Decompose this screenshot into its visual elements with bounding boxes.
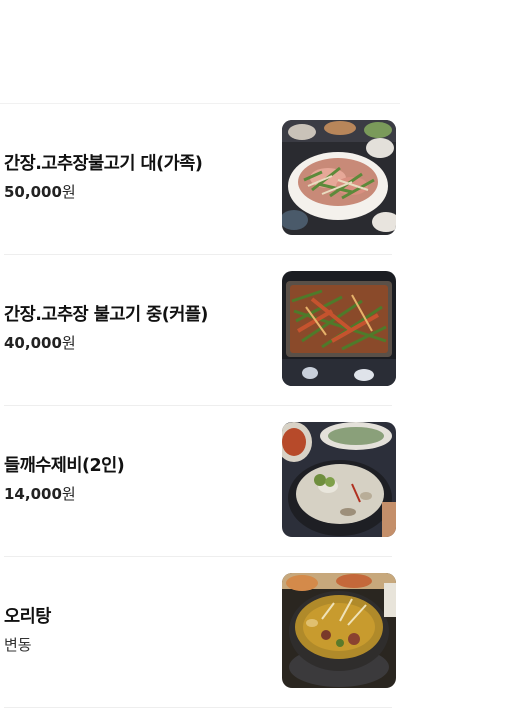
menu-item[interactable]: 간장.고추장 불고기 중(커플) 40,000원	[4, 255, 396, 406]
menu-item[interactable]: 들깨수제비(2인) 14,000원	[4, 406, 396, 557]
price-amount: 14,000	[4, 485, 62, 503]
duck-soup-image	[282, 573, 396, 688]
menu-item[interactable]: 간장.고추장불고기 대(가족) 50,000원	[4, 104, 396, 255]
menu-item[interactable]: 오리탕 변동	[4, 557, 396, 708]
bulgogi-medium-image	[282, 271, 396, 386]
header-spacer	[0, 0, 400, 104]
menu-name: 오리탕	[4, 607, 51, 627]
price-unit: 원	[61, 485, 76, 503]
sujebi-photo[interactable]	[282, 422, 396, 537]
menu-price: 변동	[4, 636, 32, 654]
menu-price: 50,000원	[4, 182, 264, 202]
menu-name: 간장.고추장 불고기 중(커플)	[4, 305, 208, 325]
duck-soup-photo[interactable]	[282, 573, 396, 688]
sujebi-image	[282, 422, 396, 537]
price-unit: 원	[61, 334, 76, 352]
bulgogi-large-photo[interactable]	[282, 120, 396, 235]
menu-info: 간장.고추장불고기 대(가족) 50,000원	[4, 152, 264, 202]
menu-list: 간장.고추장불고기 대(가족) 50,000원 간장.고추장 불고기 중(커플)…	[0, 104, 400, 708]
menu-name: 들깨수제비(2인)	[4, 456, 125, 476]
menu-price: 14,000원	[4, 484, 264, 504]
menu-info: 간장.고추장 불고기 중(커플) 40,000원	[4, 303, 264, 353]
bulgogi-large-image	[282, 120, 396, 235]
price-amount: 50,000	[4, 183, 62, 201]
bulgogi-medium-photo[interactable]	[282, 271, 396, 386]
menu-info: 들깨수제비(2인) 14,000원	[4, 454, 264, 504]
menu-price: 40,000원	[4, 333, 264, 353]
menu-name: 간장.고추장불고기 대(가족)	[4, 154, 203, 174]
price-amount: 40,000	[4, 334, 62, 352]
menu-info: 오리탕 변동	[4, 605, 264, 655]
price-unit: 원	[61, 183, 76, 201]
